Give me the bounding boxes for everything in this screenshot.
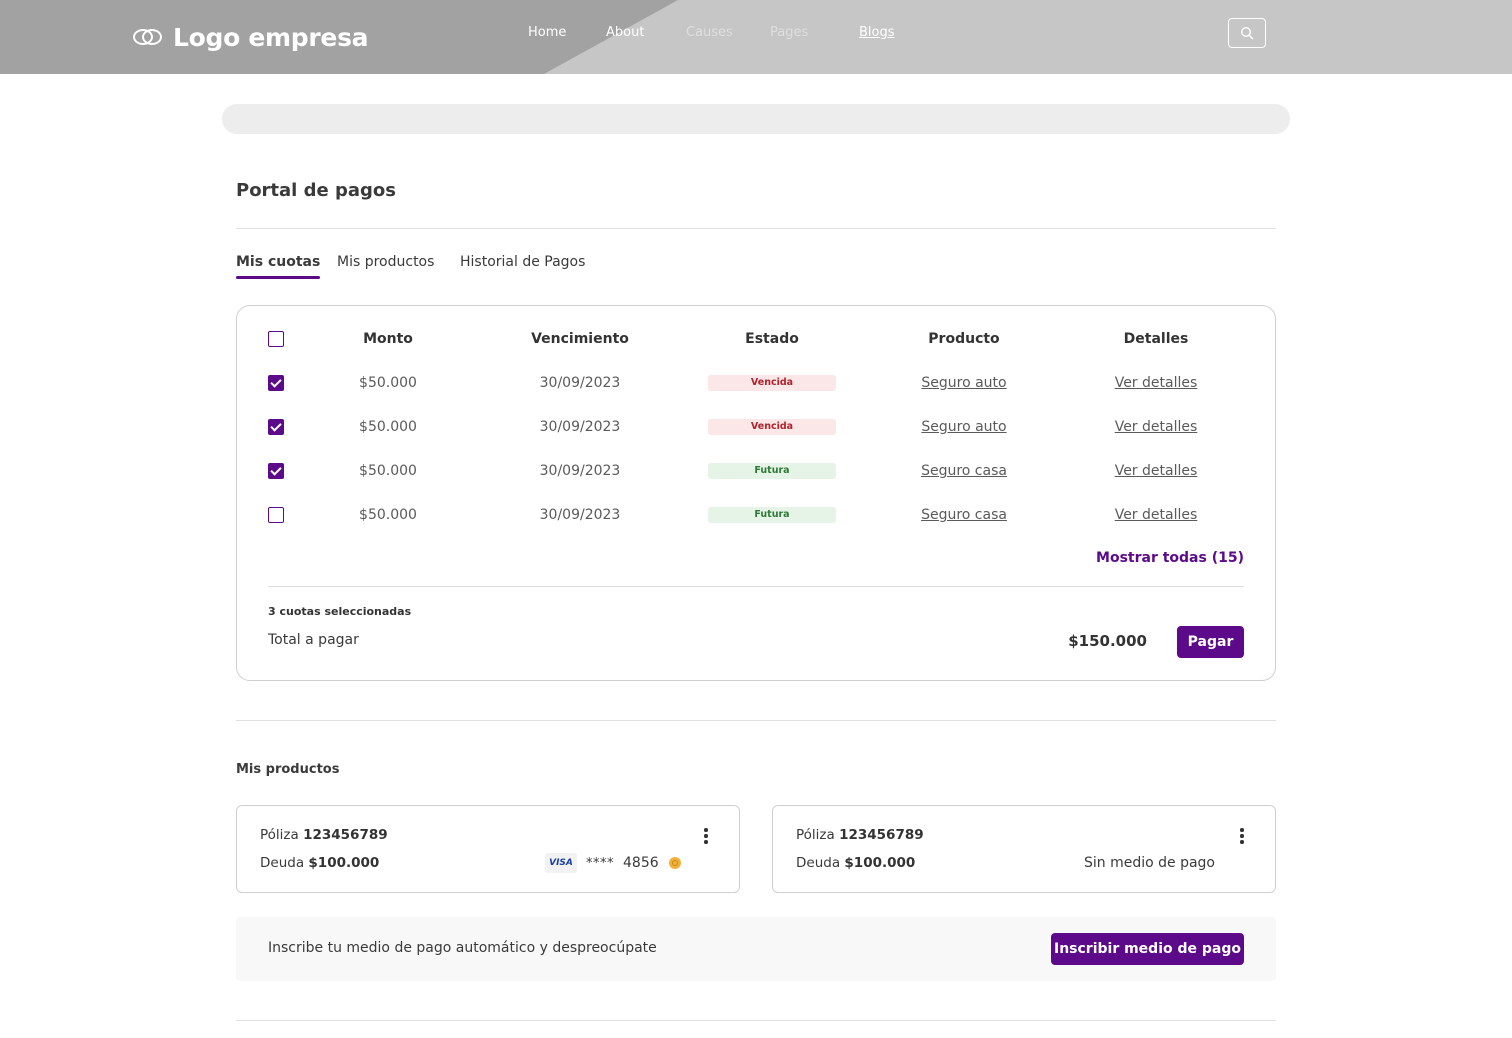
row-checkbox[interactable]: [268, 375, 284, 391]
cuotas-card: Monto Vencimiento Estado Producto Detall…: [236, 305, 1276, 681]
tab-historial-pagos[interactable]: Historial de Pagos: [460, 254, 585, 270]
nav-home[interactable]: Home: [528, 25, 566, 40]
cell-monto: $50.000: [359, 375, 417, 391]
poliza-label: Póliza: [260, 827, 299, 843]
cell-vencimiento: 30/09/2023: [539, 419, 621, 435]
status-badge: Futura: [708, 463, 836, 479]
cell-vencimiento: 30/09/2023: [539, 463, 621, 479]
producto-link[interactable]: Seguro casa: [921, 463, 1007, 479]
nav-pages[interactable]: Pages: [770, 25, 808, 40]
card-masked: ****: [586, 855, 614, 871]
more-options-icon[interactable]: [1239, 828, 1245, 844]
header-detalles: Detalles: [1123, 331, 1189, 347]
table-row: $50.000 30/09/2023 Futura Seguro casa Ve…: [237, 462, 1277, 486]
table-row: $50.000 30/09/2023 Futura Seguro casa Ve…: [237, 506, 1277, 530]
cell-producto: Seguro auto: [868, 374, 1060, 392]
total-label: Total a pagar: [268, 632, 359, 648]
section-divider: [236, 720, 1276, 721]
cell-producto: Seguro casa: [868, 462, 1060, 480]
bottom-divider: [236, 1020, 1276, 1021]
status-badge: Futura: [708, 507, 836, 523]
row-checkbox[interactable]: [268, 507, 284, 523]
deuda-amount: $100.000: [308, 855, 380, 871]
deuda-line: Deuda $100.000: [260, 855, 379, 871]
poliza-number: 123456789: [839, 827, 924, 843]
card-divider: [268, 586, 1244, 587]
deuda-label: Deuda: [796, 855, 841, 871]
cell-detalles: Ver detalles: [1060, 506, 1252, 524]
nav-about[interactable]: About: [606, 25, 644, 40]
nav-blogs[interactable]: Blogs: [859, 25, 895, 40]
coin-icon: [668, 857, 681, 869]
search-button[interactable]: [1228, 18, 1266, 48]
product-card: Póliza 123456789 Deuda $100.000 Sin medi…: [772, 805, 1276, 893]
ver-detalles-link[interactable]: Ver detalles: [1115, 375, 1198, 391]
logo-text: Logo empresa: [173, 22, 369, 52]
cell-detalles: Ver detalles: [1060, 374, 1252, 392]
ver-detalles-link[interactable]: Ver detalles: [1115, 507, 1198, 523]
total-amount: $150.000: [1068, 632, 1147, 650]
show-all-link[interactable]: Mostrar todas (15): [1096, 550, 1244, 566]
status-badge: Vencida: [708, 375, 836, 391]
cell-producto: Seguro casa: [868, 506, 1060, 524]
visa-icon: VISA: [545, 853, 577, 873]
select-all-checkbox[interactable]: [268, 331, 284, 347]
productos-title: Mis productos: [236, 762, 340, 777]
register-payment-button[interactable]: Inscribir medio de pago: [1051, 933, 1244, 965]
page-title: Portal de pagos: [236, 180, 396, 201]
title-divider: [236, 228, 1276, 229]
banner-text: Inscribe tu medio de pago automático y d…: [268, 940, 657, 956]
no-payment-method: Sin medio de pago: [1083, 855, 1215, 871]
cell-monto: $50.000: [359, 507, 417, 523]
table-row: $50.000 30/09/2023 Vencida Seguro auto V…: [237, 418, 1277, 442]
pay-button[interactable]: Pagar: [1177, 626, 1244, 658]
card-last4: 4856: [623, 855, 659, 871]
status-badge: Vencida: [708, 419, 836, 435]
breadcrumb-placeholder: [222, 104, 1290, 134]
payment-method: VISA **** 4856: [545, 853, 681, 873]
cell-producto: Seguro auto: [868, 418, 1060, 436]
table-row: $50.000 30/09/2023 Vencida Seguro auto V…: [237, 374, 1277, 398]
poliza-label: Póliza: [796, 827, 835, 843]
header-vencimiento: Vencimiento: [531, 331, 629, 347]
cell-detalles: Ver detalles: [1060, 462, 1252, 480]
more-options-icon[interactable]: [703, 828, 709, 844]
deuda-line: Deuda $100.000: [796, 855, 915, 871]
producto-link[interactable]: Seguro auto: [921, 419, 1006, 435]
deuda-amount: $100.000: [844, 855, 916, 871]
cell-monto: $50.000: [359, 463, 417, 479]
row-checkbox[interactable]: [268, 419, 284, 435]
poliza-line: Póliza 123456789: [796, 827, 924, 843]
product-card: Póliza 123456789 Deuda $100.000 VISA ***…: [236, 805, 740, 893]
deuda-label: Deuda: [260, 855, 305, 871]
row-checkbox[interactable]: [268, 463, 284, 479]
header-estado: Estado: [745, 331, 799, 347]
producto-link[interactable]: Seguro auto: [921, 375, 1006, 391]
logo[interactable]: Logo empresa: [133, 20, 369, 54]
producto-link[interactable]: Seguro casa: [921, 507, 1007, 523]
cell-detalles: Ver detalles: [1060, 418, 1252, 436]
tab-mis-cuotas[interactable]: Mis cuotas: [236, 254, 321, 279]
ver-detalles-link[interactable]: Ver detalles: [1115, 419, 1198, 435]
top-header: Logo empresa Home About Causes Pages Blo…: [0, 0, 1512, 74]
cell-vencimiento: 30/09/2023: [539, 507, 621, 523]
header-monto: Monto: [363, 331, 413, 347]
poliza-number: 123456789: [303, 827, 388, 843]
autopay-banner: Inscribe tu medio de pago automático y d…: [236, 917, 1276, 981]
cell-vencimiento: 30/09/2023: [539, 375, 621, 391]
ver-detalles-link[interactable]: Ver detalles: [1115, 463, 1198, 479]
logo-icon: [133, 25, 163, 49]
tab-mis-productos[interactable]: Mis productos: [337, 254, 434, 270]
selected-count: 3 cuotas seleccionadas: [268, 605, 412, 618]
header-producto: Producto: [928, 331, 1000, 347]
poliza-line: Póliza 123456789: [260, 827, 388, 843]
search-icon: [1240, 26, 1254, 40]
nav-causes[interactable]: Causes: [686, 25, 733, 40]
cell-monto: $50.000: [359, 419, 417, 435]
